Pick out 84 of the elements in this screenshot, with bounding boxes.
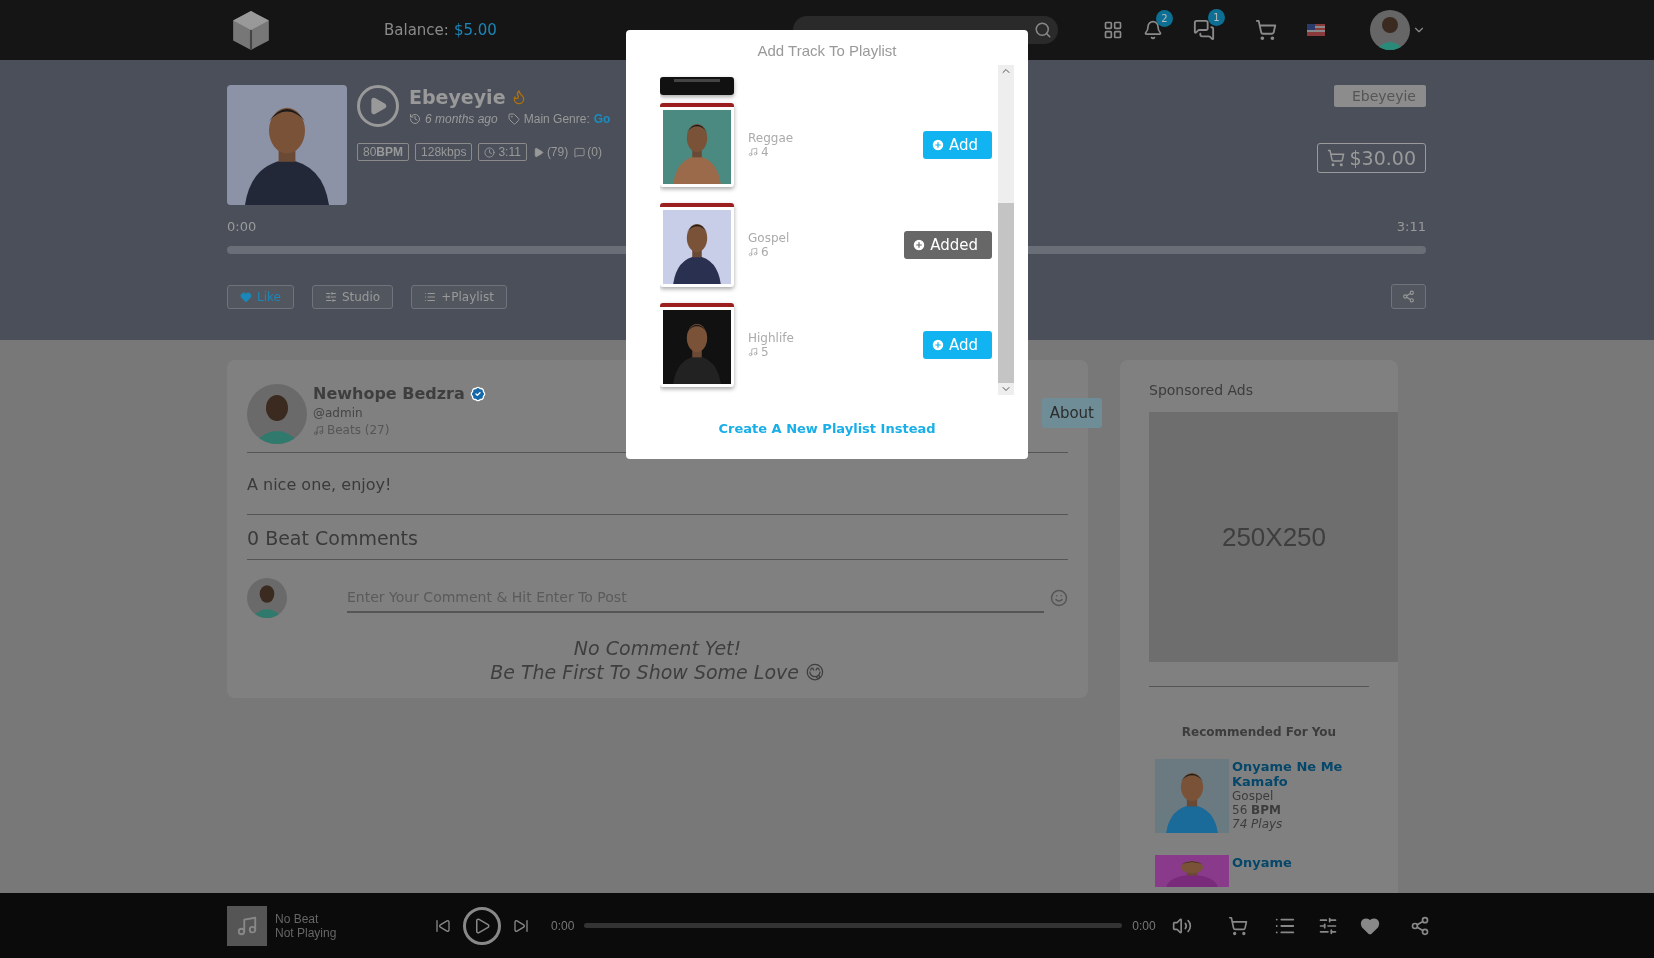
recommended-heading: Recommended For You [1180,725,1338,739]
playlist-name: Highlife [748,331,794,345]
history-icon [409,113,421,125]
beat-description: A nice one, enjoy! [247,475,393,494]
elapsed-time: 0:00 [227,219,257,234]
share-icon [1402,290,1415,303]
balance-amount: $5.00 [453,21,497,39]
bpm-chip: 80BPM [357,143,410,161]
share-icon[interactable] [1409,915,1430,936]
author-name[interactable]: Newhope Bedzra [313,384,465,403]
player-track[interactable] [584,923,1123,928]
create-playlist-link[interactable]: Create A New Playlist Instead [640,421,1014,436]
track-count: 5 [761,345,769,359]
plus-icon [930,138,945,152]
comment-count: (0) [587,145,602,159]
heart-icon [240,290,252,303]
tag-icon [507,113,520,125]
genre-link[interactable]: Go [593,112,611,126]
posted-time: 6 months ago [425,112,498,126]
comments-icon [574,146,586,158]
empty-hint: Be The First To Show Some Love 😋 [489,660,826,684]
logo-icon [230,9,272,51]
previous-icon[interactable] [435,917,451,934]
music-note-icon [313,424,324,436]
playlist-name: Reggae [748,131,794,145]
recommended-plays: 74 Plays [1232,817,1284,831]
playlist-button[interactable]: +Playlist [411,284,507,309]
verified-icon [469,385,486,402]
flag-icon[interactable] [1306,24,1325,36]
music-note-icon [227,905,267,946]
search-icon[interactable] [1033,21,1052,39]
cart-icon[interactable] [1227,915,1248,936]
next-icon[interactable] [513,917,529,934]
comments-heading: 0 Beat Comments [247,527,419,549]
player-elapsed: 0:00 [551,918,575,933]
cart-icon [1326,149,1345,167]
apps-grid-icon[interactable] [1102,20,1123,40]
list-icon [424,290,437,303]
cart-icon[interactable] [1254,19,1277,41]
recommended-genre: Gospel [1232,789,1275,803]
notification-count: 2 [1155,10,1173,27]
track-count: 4 [761,145,769,159]
play-icon[interactable] [463,906,501,945]
plus-icon [912,238,927,252]
about-button[interactable]: About [1041,398,1102,428]
plays-icon [532,146,544,158]
recommended-title[interactable]: Onyame Ne Me Kamafo [1232,759,1352,789]
playlist-name: Gospel [748,231,790,245]
ads-heading: Sponsored Ads [1149,382,1254,398]
add-to-playlist-button[interactable]: Add [922,131,992,159]
play-icon[interactable] [357,85,399,127]
duration-chip: 3:11 [478,143,527,161]
studio-button[interactable]: Studio [311,284,394,309]
add-to-playlist-button[interactable]: Add [922,331,992,359]
like-button[interactable]: Like [227,284,294,309]
player-total: 0:00 [1132,918,1156,933]
recommended-title[interactable]: Onyame [1232,855,1352,870]
music-note-icon [748,147,758,157]
commenter-avatar [247,578,287,618]
message-count: 1 [1207,9,1225,26]
track-count: 6 [761,245,769,259]
price-button[interactable]: $30.00 [1316,143,1426,173]
music-note-icon [748,347,758,357]
play-count: (79) [546,145,569,159]
clock-icon [484,146,496,158]
author-handle: @admin [313,406,364,420]
heart-icon[interactable] [1359,915,1380,936]
music-note-icon [748,247,758,257]
total-time: 3:11 [1396,219,1426,234]
volume-icon[interactable] [1171,915,1192,936]
bitrate-chip: 128kbps [415,143,473,161]
track-title: Ebeyeyie [409,86,506,108]
add-to-playlist-button[interactable]: Added [904,231,992,259]
sliders-icon[interactable] [1317,915,1338,936]
empty-message: No Comment Yet! [572,636,743,660]
modal-title: Add Track To Playlist [756,42,898,59]
sliders-icon [324,290,337,303]
plus-icon [930,338,945,352]
player-title: No Beat [275,911,320,926]
genre-label: Main Genre: [523,112,590,126]
user-avatar[interactable] [1369,10,1410,50]
recommended-bpm: 56 BPM [1232,803,1282,817]
balance-label: Balance: [384,21,449,39]
player-status: Not Playing [275,925,338,940]
